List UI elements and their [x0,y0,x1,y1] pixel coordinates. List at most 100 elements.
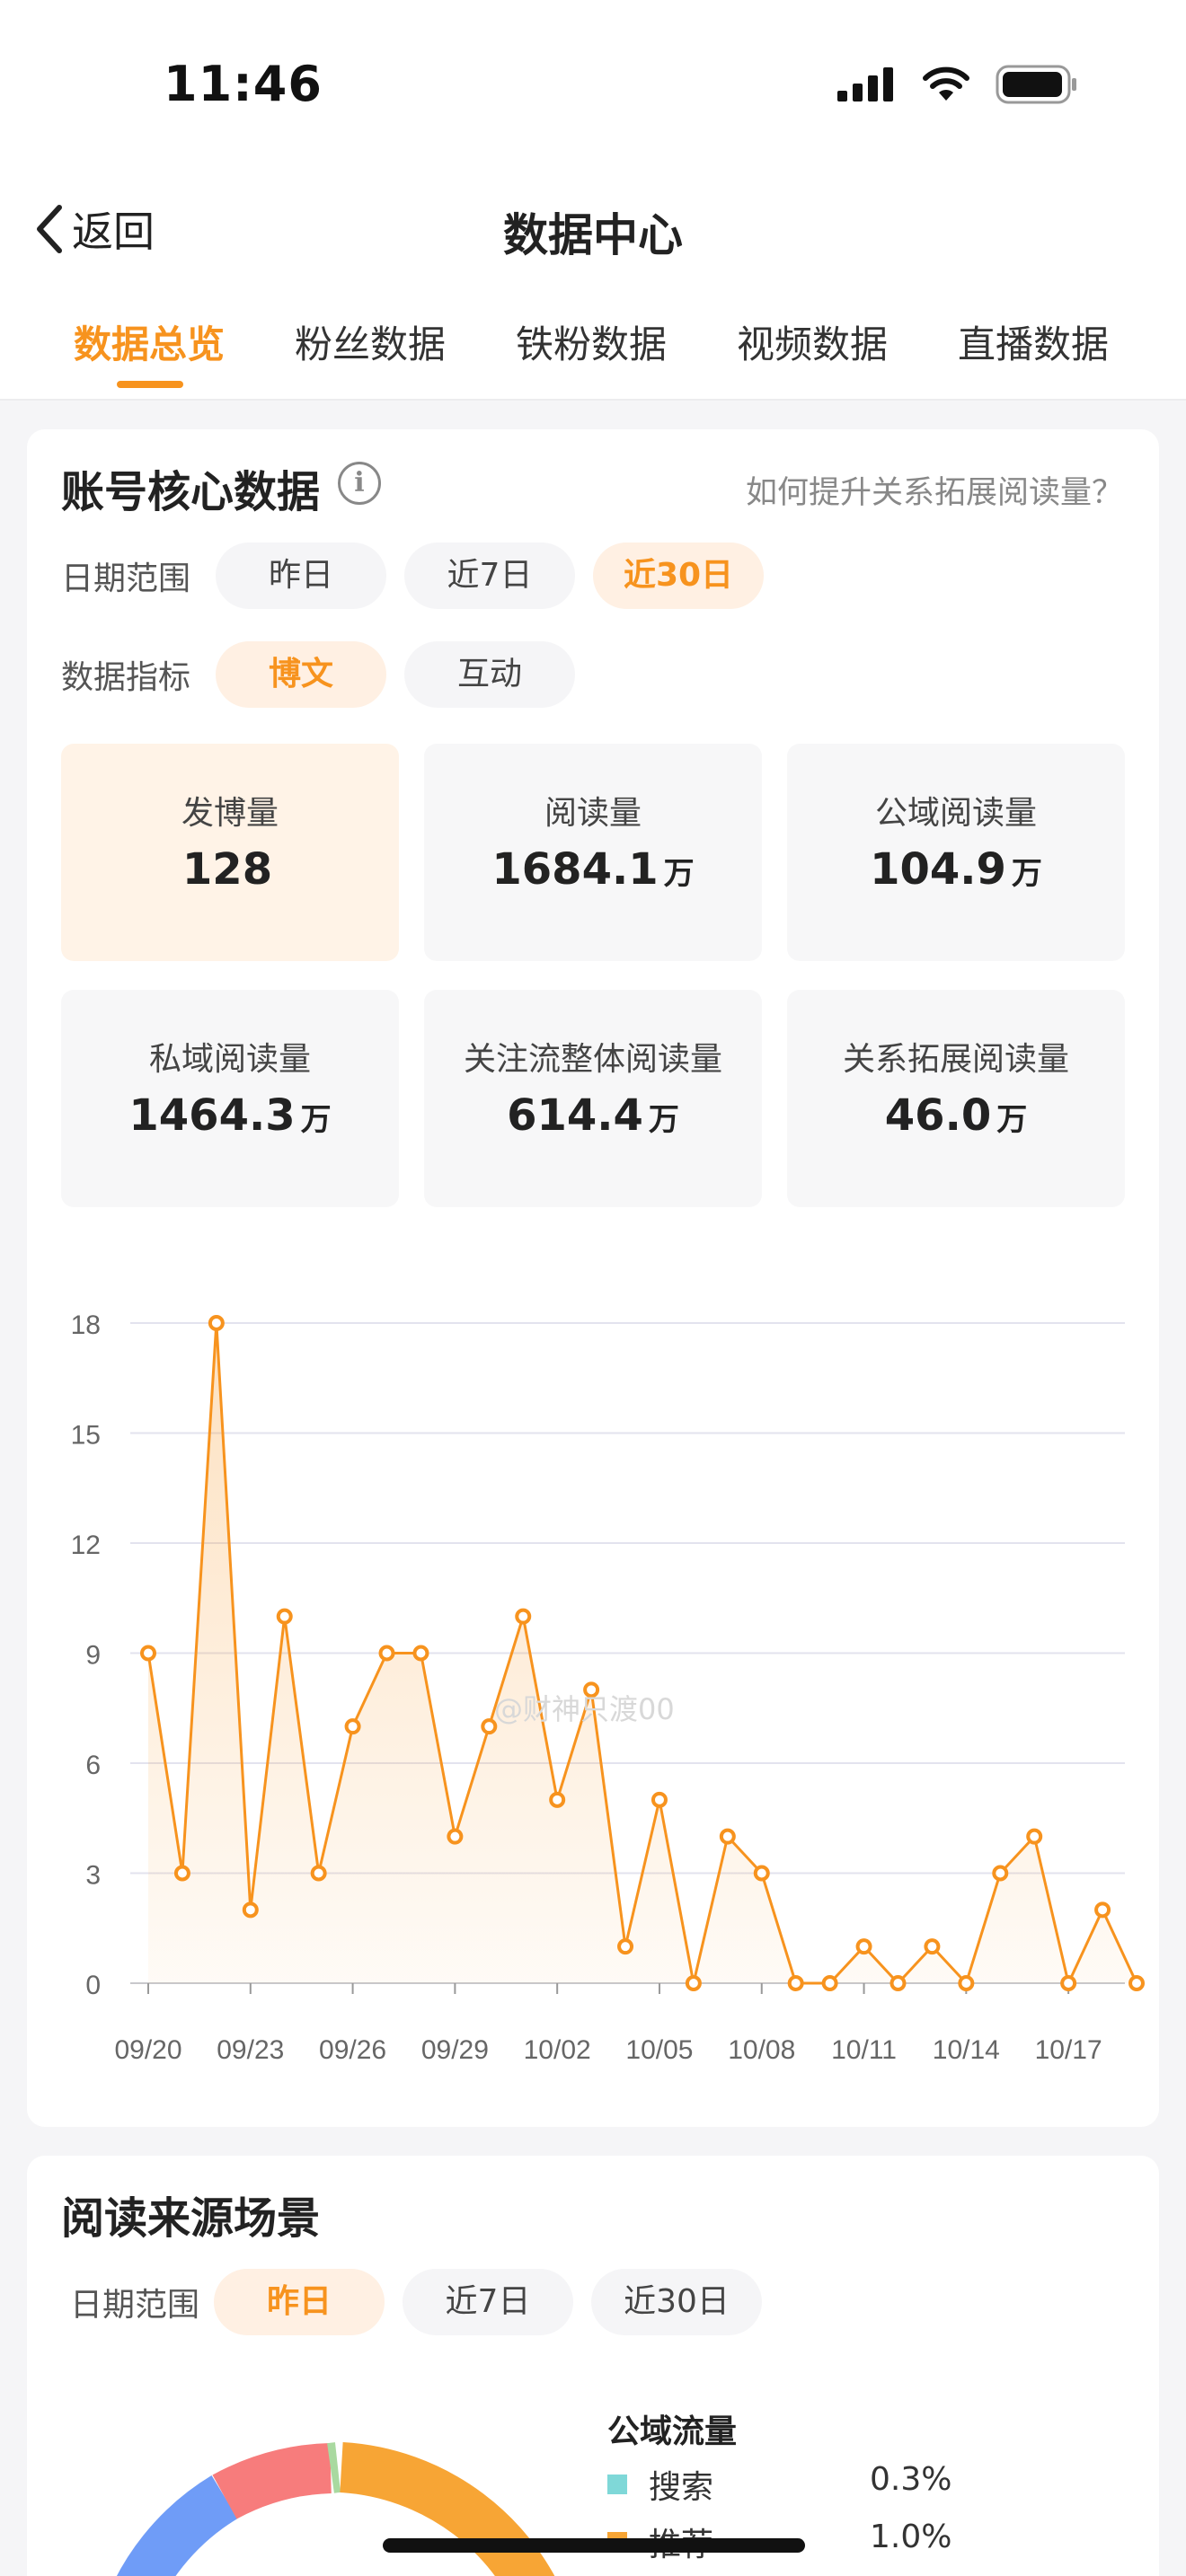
status-icons [837,65,1078,104]
data-point [242,1901,259,1919]
date-range-filter: 日期范围 昨日 近7日 近30日 [61,543,782,609]
page-title: 数据中心 [503,209,683,261]
data-point [617,1938,634,1955]
source-date-30days[interactable]: 近30日 [591,2269,762,2335]
data-point [378,1645,395,1662]
metric-label: 关注流整体阅读量 [463,1041,722,1078]
metric-label: 发博量 [181,795,279,832]
data-point [447,1828,464,1845]
data-point [310,1865,327,1882]
metric-option-interaction[interactable]: 互动 [404,641,575,708]
y-tick-label: 3 [85,1861,101,1891]
metric-value: 46.0 万 [884,1090,1028,1141]
data-point [140,1645,156,1662]
section-title: 阅读来源场景 [61,2193,321,2244]
metric-type-label: 数据指标 [61,659,191,696]
section-title: 账号核心数据 [61,467,321,517]
x-tick-label: 09/23 [217,2035,284,2065]
x-tick-label: 10/02 [524,2035,591,2065]
data-point [208,1315,225,1331]
legend-title: 公域流量 [607,2413,738,2450]
data-point [1060,1975,1077,1991]
data-point [753,1865,770,1882]
data-point [821,1975,838,1991]
legend-item-search: 搜索 0.3% [607,2461,951,2508]
data-point [1128,1975,1145,1991]
data-point [958,1975,975,1991]
data-point [890,1975,907,1991]
metric-type-filter: 数据指标 博文 互动 [61,641,593,708]
tab-live[interactable]: 直播数据 [958,314,1109,369]
trend-chart: 0 3 6 9 12 15 18 09/20 09/23 09/26 09/29 10/02 10/05… [27,1265,1159,2073]
date-option-yesterday[interactable]: 昨日 [216,543,386,609]
metric-label: 公域阅读量 [874,795,1037,832]
metric-card-private-reads[interactable]: 私域阅读量 1464.3 万 [61,990,399,1207]
tab-video[interactable]: 视频数据 [737,314,888,369]
metric-label: 阅读量 [544,795,642,832]
x-tick-label: 09/26 [319,2035,386,2065]
legend-label: 搜索 [649,2469,714,2506]
source-date-7days[interactable]: 近7日 [403,2269,573,2335]
source-date-filter: 日期范围 昨日 近7日 近30日 [70,2269,780,2335]
trend-chart-svg: 0 3 6 9 12 15 18 09/20 09/23 09/26 09/29 10/02 10/05… [71,1310,1145,2065]
x-tick-label: 09/20 [114,2035,181,2065]
data-point [173,1865,190,1882]
date-range-label: 日期范围 [61,560,191,597]
metric-value: 128 [181,844,273,895]
donut-segment-blue [116,2475,238,2576]
data-point [276,1608,293,1625]
wifi-icon [923,66,969,101]
data-point [719,1828,736,1845]
metric-label: 关系拓展阅读量 [842,1041,1069,1078]
header-area: 11:46 返回 数据中心 数据总览 粉丝数据 铁粉数据 视频数据 直播数据 [0,0,1186,401]
legend-swatch [607,2475,627,2494]
y-tick-label: 0 [85,1971,101,2000]
core-data-card: 账号核心数据 i 如何提升关系拓展阅读量？ 日期范围 昨日 近7日 近30日 数… [27,429,1159,2127]
metric-label: 私域阅读量 [148,1041,311,1078]
info-icon[interactable]: i [338,462,381,505]
metric-card-posts[interactable]: 发博量 128 [61,744,399,961]
watermark: @财神只渡00 [494,1692,675,1726]
legend-pct: 0.3% [870,2461,952,2498]
donut-segment-orange [339,2442,555,2576]
metric-card-follow-feed-reads[interactable]: 关注流整体阅读量 614.4 万 [424,990,762,1207]
x-tick-label: 10/14 [933,2035,1000,2065]
data-point [1094,1901,1111,1919]
home-indicator[interactable] [383,2538,805,2553]
tab-active-indicator [117,381,183,388]
data-point [651,1791,668,1808]
x-tick-label: 10/17 [1035,2035,1102,2065]
data-point [855,1938,872,1955]
tab-fans[interactable]: 粉丝数据 [295,314,446,369]
read-source-card: 阅读来源场景 日期范围 昨日 近7日 近30日 公域流量 搜索 0.3% 推荐 … [27,2156,1159,2576]
data-point [549,1791,566,1808]
data-point [1026,1828,1043,1845]
donut-segment-teal [327,2442,341,2493]
metric-card-public-reads[interactable]: 公域阅读量 104.9 万 [787,744,1125,961]
source-date-yesterday[interactable]: 昨日 [214,2269,385,2335]
metric-option-posts[interactable]: 博文 [216,641,386,708]
date-option-30days[interactable]: 近30日 [593,543,764,609]
y-tick-label: 6 [85,1751,101,1780]
y-tick-label: 18 [71,1310,101,1340]
date-option-7days[interactable]: 近7日 [404,543,575,609]
data-point [685,1975,702,1991]
donut-segment-red [212,2443,332,2519]
help-link[interactable]: 如何提升关系拓展阅读量？ [746,467,1123,513]
metric-card-reads[interactable]: 阅读量 1684.1 万 [424,744,762,961]
data-point [924,1938,941,1955]
tab-iron-fans[interactable]: 铁粉数据 [516,314,667,369]
x-tick-label: 09/29 [421,2035,489,2065]
legend-pct: 1.0% [870,2519,952,2555]
data-point [992,1865,1009,1882]
data-point [515,1608,532,1625]
metric-card-relation-reads[interactable]: 关系拓展阅读量 46.0 万 [787,990,1125,1207]
status-time: 11:46 [164,56,323,112]
x-tick-label: 10/11 [831,2035,897,2065]
metric-value: 614.4 万 [507,1090,679,1141]
y-tick-label: 9 [85,1641,101,1671]
date-range-label: 日期范围 [70,2287,200,2324]
y-tick-label: 12 [71,1531,101,1560]
tab-overview[interactable]: 数据总览 [74,314,225,369]
battery-icon [996,65,1076,104]
